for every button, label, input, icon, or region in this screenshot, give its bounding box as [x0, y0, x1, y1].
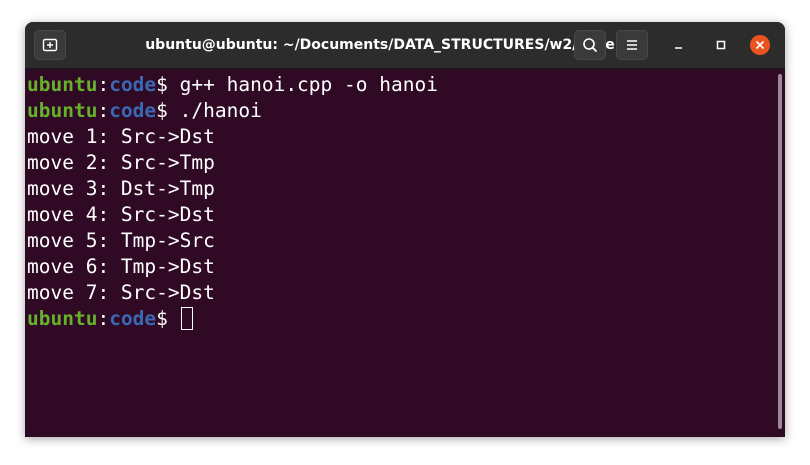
prompt-separator: : [97, 73, 110, 96]
output-line: move 5: Tmp->Src [27, 229, 215, 252]
window-title: ubuntu@ubuntu: ~/Documents/DATA_STRUCTUR… [145, 37, 615, 53]
active-prompt-line[interactable]: ubuntu:code$ [27, 306, 785, 332]
output-line: move 2: Src->Tmp [27, 151, 215, 174]
prompt-user: ubuntu [27, 73, 98, 96]
output-line: move 6: Tmp->Dst [27, 255, 215, 278]
prompt-path: code [109, 99, 157, 122]
prompt-symbol: $ [156, 307, 168, 330]
maximize-button[interactable] [710, 34, 732, 56]
prompt-path: code [109, 307, 157, 330]
vertical-scrollbar[interactable] [778, 74, 782, 429]
prompt-user: ubuntu [27, 307, 98, 330]
output-line: move 4: Src->Dst [27, 203, 215, 226]
prompt-user: ubuntu [27, 99, 98, 122]
prompt-symbol: $ [156, 73, 168, 96]
command-text: g++ hanoi.cpp -o hanoi [167, 73, 438, 96]
minimize-button[interactable] [668, 34, 690, 56]
search-button[interactable] [574, 30, 606, 60]
command-line: ubuntu:code$ ./hanoi [27, 98, 785, 124]
close-button[interactable] [749, 34, 771, 56]
prompt-separator: : [97, 99, 110, 122]
prompt-separator: : [97, 307, 110, 330]
prompt-path: code [109, 73, 157, 96]
title-bar[interactable]: ubuntu@ubuntu: ~/Documents/DATA_STRUCTUR… [25, 22, 785, 69]
output-line: move 3: Dst->Tmp [27, 177, 215, 200]
terminal-window: ubuntu@ubuntu: ~/Documents/DATA_STRUCTUR… [25, 22, 785, 437]
terminal-output[interactable]: ubuntu:code$ g++ hanoi.cpp -o hanoi ubun… [25, 69, 785, 437]
prompt-symbol: $ [156, 99, 168, 122]
text-cursor [180, 307, 193, 330]
output-line: move 7: Src->Dst [27, 281, 215, 304]
command-line: ubuntu:code$ g++ hanoi.cpp -o hanoi [27, 72, 785, 98]
command-text: ./hanoi [167, 99, 262, 122]
menu-button[interactable] [616, 30, 648, 60]
output-line: move 1: Src->Dst [27, 125, 215, 148]
new-tab-button[interactable] [34, 30, 66, 60]
